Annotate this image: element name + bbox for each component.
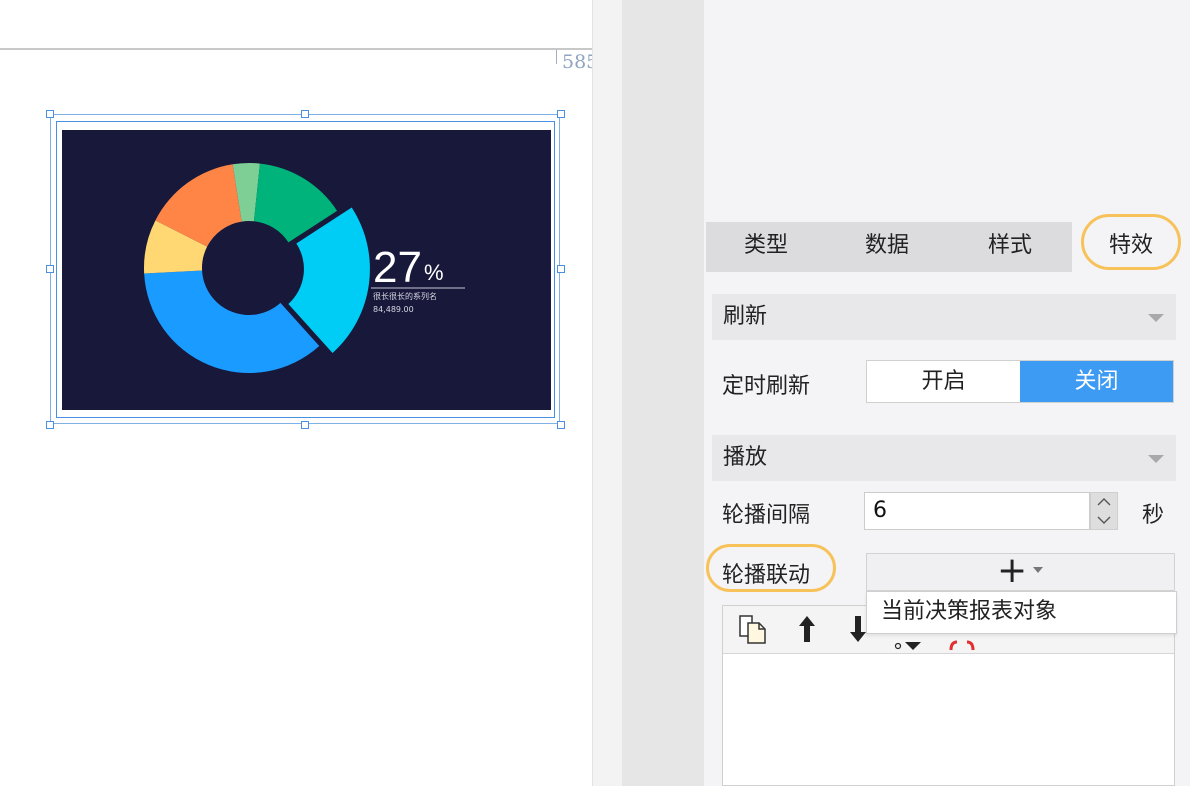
tab-type[interactable]: 类型 xyxy=(706,222,826,272)
resize-handle-w[interactable] xyxy=(46,265,54,273)
ruler-tick xyxy=(556,50,557,64)
ruler-line xyxy=(0,48,592,50)
resize-handle-sw[interactable] xyxy=(46,421,54,429)
section-refresh-header[interactable]: 刷新 xyxy=(712,294,1176,340)
toggle-on-button[interactable]: 开启 xyxy=(867,361,1020,402)
chart-percent-sign: % xyxy=(424,260,444,285)
resize-handle-s[interactable] xyxy=(301,421,309,429)
carousel-interval-input[interactable]: 6 xyxy=(864,492,1090,530)
dropdown-item-current-report[interactable]: 当前决策报表对象 xyxy=(881,592,1057,632)
resize-handle-n[interactable] xyxy=(301,110,309,118)
tab-style[interactable]: 样式 xyxy=(948,222,1072,272)
donut-slice-4[interactable] xyxy=(144,270,320,374)
chart-caption: 很长很长的系列名 xyxy=(373,291,437,301)
resize-handle-ne[interactable] xyxy=(557,110,565,118)
interval-stepper xyxy=(1090,492,1118,530)
carousel-interval-label: 轮播间隔 xyxy=(722,503,811,528)
timer-refresh-toggle: 开启 关闭 xyxy=(866,360,1174,403)
collapse-triangle-icon xyxy=(1148,314,1164,322)
resize-handle-nw[interactable] xyxy=(46,110,54,118)
plus-icon: + xyxy=(997,550,1028,591)
timer-refresh-label: 定时刷新 xyxy=(722,374,811,399)
caret-down-icon xyxy=(1033,567,1043,573)
chart-big-value: 27 xyxy=(373,243,422,292)
stepper-down-icon[interactable] xyxy=(1091,511,1117,529)
collapse-triangle-icon xyxy=(1148,455,1164,463)
section-play-header[interactable]: 播放 xyxy=(712,435,1176,481)
highlight-ring-effect-tab xyxy=(1081,214,1181,270)
toggle-off-button[interactable]: 关闭 xyxy=(1020,361,1173,402)
resize-handle-e[interactable] xyxy=(557,265,565,273)
section-refresh-title: 刷新 xyxy=(723,304,768,329)
donut-chart[interactable]: 27 % 很长很长的系列名 84,489.00 xyxy=(62,130,551,410)
link-target-dropdown: 当前决策报表对象 xyxy=(866,591,1177,634)
add-link-button[interactable]: + xyxy=(866,550,1175,591)
section-play-title: 播放 xyxy=(723,445,768,470)
panel-divider xyxy=(592,0,622,786)
copy-icon[interactable] xyxy=(737,612,771,646)
interval-unit-label: 秒 xyxy=(1142,503,1165,528)
tab-data[interactable]: 数据 xyxy=(826,222,948,272)
stepper-up-icon[interactable] xyxy=(1091,493,1117,511)
chart-sub-value: 84,489.00 xyxy=(373,305,414,314)
panel-gutter xyxy=(622,0,704,786)
resize-handle-se[interactable] xyxy=(557,421,565,429)
highlight-ring-carousel-link xyxy=(706,544,836,592)
move-up-icon[interactable] xyxy=(793,612,821,646)
